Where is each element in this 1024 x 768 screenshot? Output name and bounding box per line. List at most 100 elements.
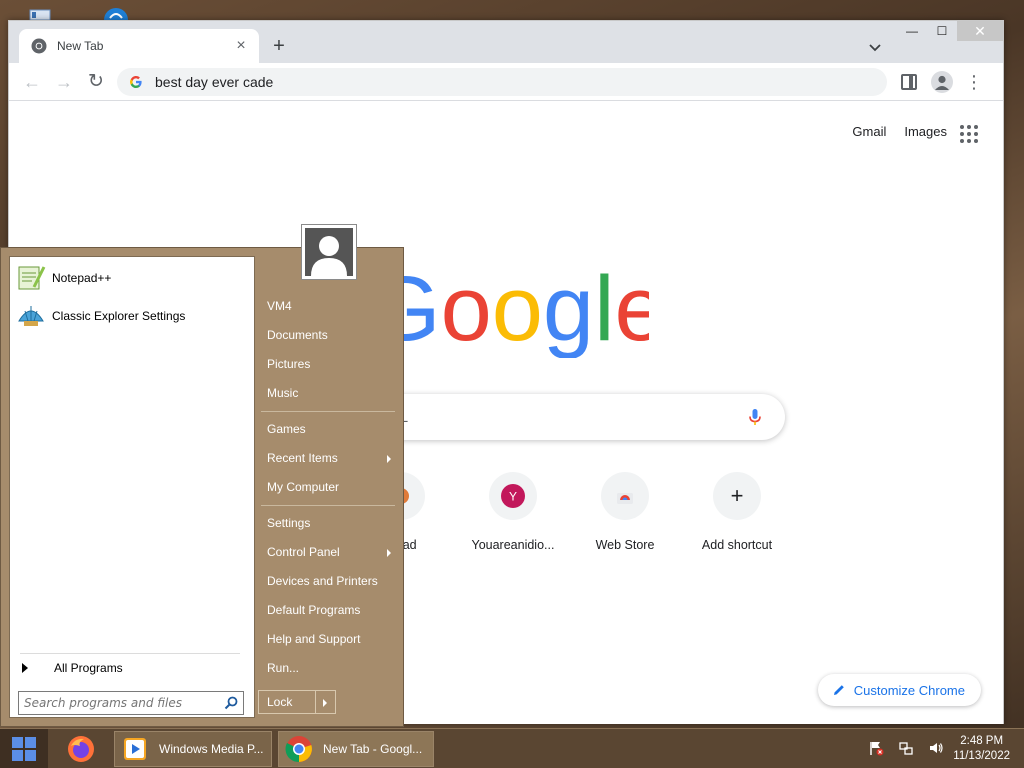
recent-items-label: Recent Items — [267, 451, 338, 465]
submenu-arrow-icon — [387, 455, 391, 463]
profile-avatar-icon[interactable] — [931, 71, 953, 93]
tab-close-icon[interactable]: × — [233, 38, 249, 54]
reload-button[interactable]: ↻ — [85, 71, 107, 93]
lock-group: Lock — [258, 690, 336, 714]
taskbar-app-label: Windows Media P... — [159, 742, 264, 756]
start-item-default-programs[interactable]: Default Programs — [257, 596, 401, 625]
shortcut-web-store[interactable]: Web Store — [569, 472, 681, 582]
clock-date: 11/13/2022 — [953, 750, 1010, 762]
taskbar: Windows Media P... New Tab - Googl... 2:… — [0, 728, 1024, 768]
top-links: Gmail Images — [852, 124, 947, 139]
start-menu: Notepad++ Classic Explorer Settings All … — [0, 224, 404, 727]
media-player-icon — [124, 738, 146, 760]
images-link[interactable]: Images — [904, 124, 947, 139]
start-item-documents[interactable]: Documents — [257, 321, 401, 350]
add-shortcut-button[interactable]: + Add shortcut — [681, 472, 793, 582]
shortcut-label: Youareanidio... — [471, 538, 555, 552]
side-panel-icon[interactable] — [901, 74, 917, 90]
start-places-pane: VM4 Documents Pictures Music Games Recen… — [257, 292, 401, 683]
volume-icon[interactable] — [928, 740, 944, 756]
tab-new-tab[interactable]: New Tab × — [19, 29, 259, 63]
omnibox-text: best day ever cade — [155, 74, 274, 90]
start-item-control-panel[interactable]: Control Panel — [257, 538, 401, 567]
maximize-button[interactable]: ☐ — [927, 21, 957, 41]
separator — [257, 408, 401, 415]
start-item-devices-printers[interactable]: Devices and Printers — [257, 567, 401, 596]
taskbar-firefox[interactable] — [58, 731, 104, 767]
start-item-my-computer[interactable]: My Computer — [257, 473, 401, 502]
desktop-edge-icon[interactable] — [100, 4, 132, 32]
start-item-recent-items[interactable]: Recent Items — [257, 444, 401, 473]
classic-shell-icon — [18, 306, 44, 326]
start-item-pictures[interactable]: Pictures — [257, 350, 401, 379]
desktop-computer-icon[interactable] — [24, 4, 56, 21]
user-avatar-icon — [305, 228, 353, 276]
google-apps-icon[interactable] — [959, 124, 979, 144]
svg-text:Google: Google — [369, 260, 649, 358]
notepadpp-icon — [18, 266, 46, 290]
start-item-games[interactable]: Games — [257, 415, 401, 444]
all-programs-label: All Programs — [54, 660, 123, 675]
google-g-icon — [130, 76, 142, 88]
menu-kebab-icon[interactable]: ⋮ — [965, 71, 983, 93]
shortcut-icon: Y — [489, 472, 537, 520]
taskbar-clock[interactable]: 2:48 PM 11/13/2022 — [953, 734, 1010, 764]
search-icon[interactable] — [223, 695, 239, 711]
start-item-music[interactable]: Music — [257, 379, 401, 408]
program-label: Classic Explorer Settings — [52, 309, 186, 323]
shortcut-label: Add shortcut — [701, 538, 773, 552]
shortcut-youareanidiot[interactable]: Y Youareanidio... — [457, 472, 569, 582]
close-button[interactable]: ✕ — [957, 21, 1003, 41]
omnibox[interactable]: best day ever cade — [117, 68, 887, 96]
chrome-icon — [285, 736, 312, 763]
minimize-button[interactable]: — — [897, 21, 927, 41]
tab-title: New Tab — [57, 39, 104, 53]
customize-chrome-button[interactable]: Customize Chrome — [817, 674, 981, 706]
gmail-link[interactable]: Gmail — [852, 124, 886, 139]
user-picture[interactable] — [301, 224, 357, 280]
pencil-icon — [833, 685, 844, 695]
windows-logo-icon — [12, 737, 36, 761]
taskbar-chrome[interactable]: New Tab - Googl... — [278, 731, 434, 767]
svg-text:Y: Y — [509, 490, 517, 504]
start-item-settings[interactable]: Settings — [257, 509, 401, 538]
window-controls: — ☐ ✕ — [897, 21, 1003, 43]
start-button[interactable] — [0, 729, 48, 768]
action-center-flag-icon[interactable] — [868, 740, 884, 756]
back-button[interactable]: ← — [21, 71, 43, 93]
arrow-right-icon — [22, 662, 28, 673]
lock-options-arrow-icon[interactable] — [316, 690, 336, 714]
control-panel-label: Control Panel — [267, 545, 340, 559]
google-logo: Google — [369, 260, 649, 358]
all-programs-button[interactable]: All Programs — [20, 653, 240, 675]
customize-label: Customize Chrome — [853, 682, 965, 698]
program-label: Notepad++ — [52, 271, 112, 285]
start-search-box[interactable] — [18, 691, 244, 715]
program-classic-explorer-settings[interactable]: Classic Explorer Settings — [16, 299, 185, 333]
start-item-run[interactable]: Run... — [257, 654, 401, 683]
forward-button[interactable]: → — [53, 71, 75, 93]
firefox-icon — [68, 736, 94, 762]
program-notepadpp[interactable]: Notepad++ — [16, 261, 111, 295]
lock-button[interactable]: Lock — [258, 690, 316, 714]
submenu-arrow-icon — [387, 549, 391, 557]
separator — [257, 502, 401, 509]
microphone-icon[interactable] — [745, 407, 765, 427]
start-programs-pane: Notepad++ Classic Explorer Settings All … — [9, 256, 255, 718]
plus-icon: + — [713, 472, 761, 520]
start-search-input[interactable] — [24, 696, 223, 710]
system-tray — [868, 740, 944, 756]
taskbar-app-label: New Tab - Googl... — [323, 742, 423, 756]
taskbar-windows-media-player[interactable]: Windows Media P... — [114, 731, 272, 767]
network-icon[interactable] — [898, 740, 914, 756]
start-item-help-support[interactable]: Help and Support — [257, 625, 401, 654]
web-store-icon — [601, 472, 649, 520]
tab-search-icon[interactable] — [865, 37, 885, 57]
tab-strip: New Tab × + — ☐ ✕ — [9, 21, 1003, 63]
clock-time: 2:48 PM — [960, 735, 1004, 747]
chrome-favicon-icon — [31, 38, 47, 54]
shortcut-label: Web Store — [595, 538, 655, 552]
start-item-vm4[interactable]: VM4 — [257, 292, 401, 321]
new-tab-button[interactable]: + — [267, 35, 291, 59]
toolbar: ← → ↻ best day ever cade ⋮ — [9, 63, 1003, 101]
